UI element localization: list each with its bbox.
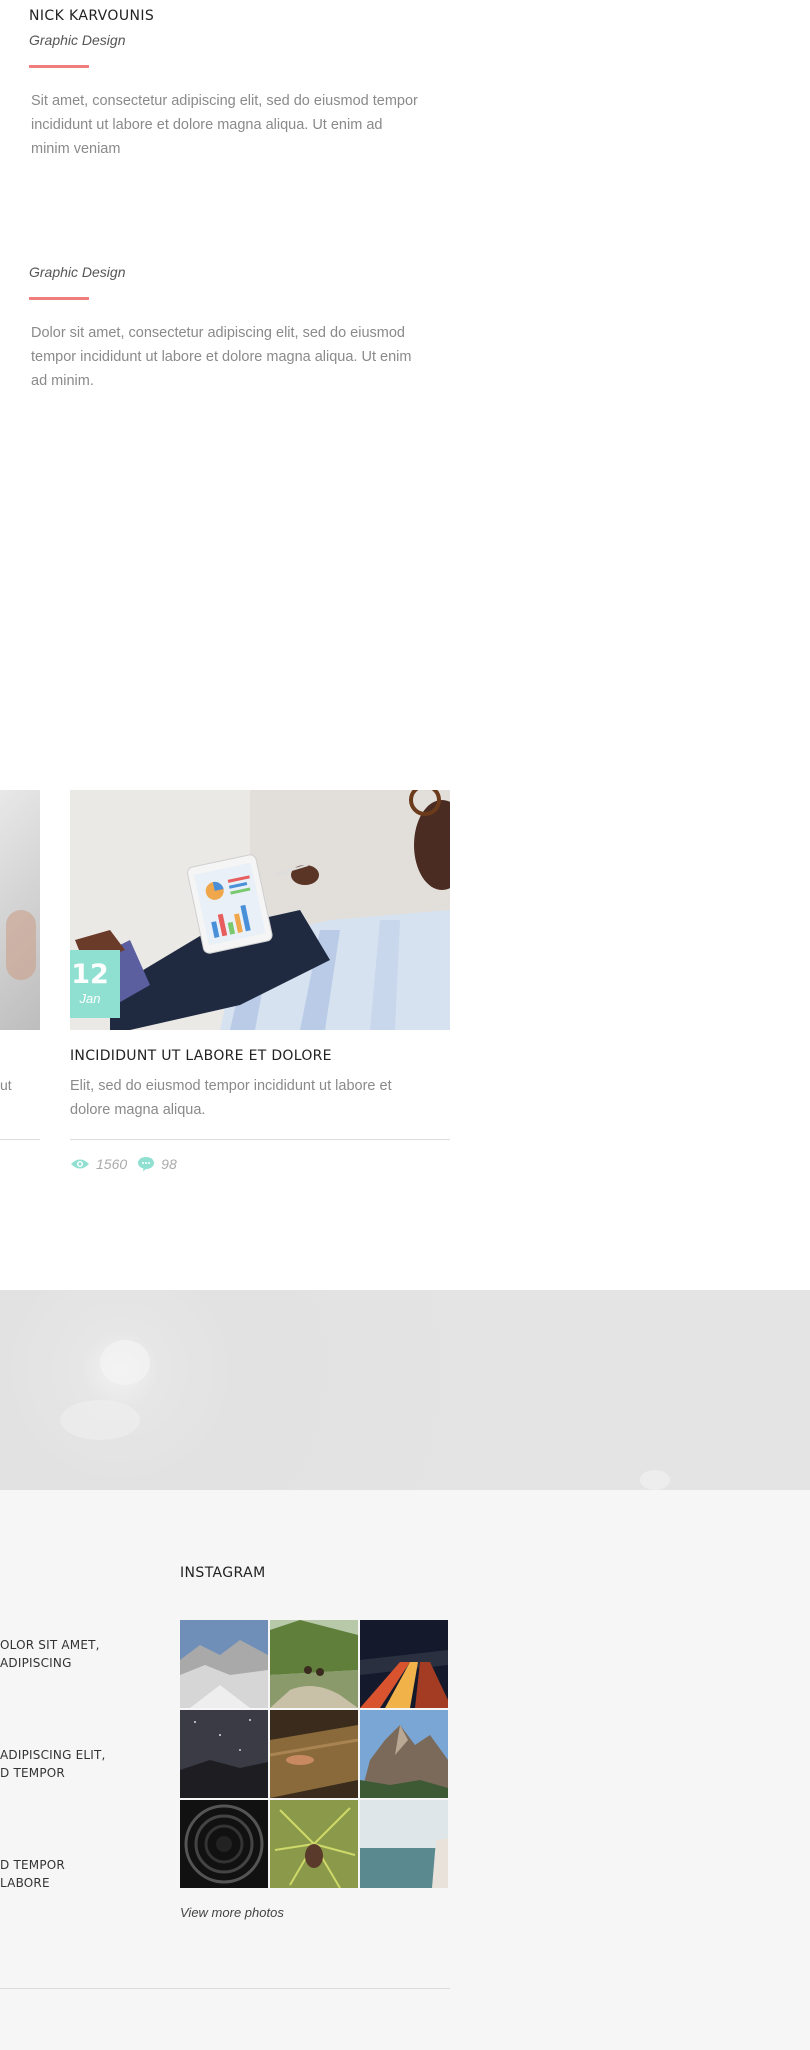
comment-icon — [138, 1157, 155, 1172]
comments-count: 98 — [161, 1156, 177, 1172]
accent-divider — [29, 65, 89, 68]
eye-icon — [71, 1159, 89, 1169]
views-count: 1560 — [96, 1156, 128, 1172]
instagram-title: INSTAGRAM — [180, 1565, 266, 1581]
hand-photo-detail — [6, 910, 36, 980]
blog-excerpt-partial: ut — [0, 1077, 12, 1093]
team-member-card: NICK KARVOUNIS Graphic Design Sit amet, … — [29, 8, 419, 161]
member-bio: Dolor sit amet, consectetur adipiscing e… — [31, 325, 412, 389]
recent-post-line: ADIPISCING ELIT, — [0, 1748, 106, 1762]
rocky-peak-photo[interactable] — [360, 1710, 448, 1798]
sea-horizon-photo[interactable] — [360, 1800, 448, 1888]
night-highway-photo[interactable] — [360, 1620, 448, 1708]
blog-card-image-partial[interactable] — [0, 790, 40, 1030]
recent-post-line: ADIPISCING — [0, 1656, 72, 1670]
recent-post-line: OLOR SIT AMET, — [0, 1638, 100, 1652]
views-meta: 1560 — [70, 1156, 127, 1172]
recent-post-line: D TEMPOR — [0, 1766, 65, 1780]
blog-card-image[interactable]: 12 Jan — [70, 790, 450, 1030]
date-day: 12 — [71, 959, 109, 990]
view-more-photos-link[interactable]: View more photos — [180, 1905, 284, 1920]
mountain-snow-photo[interactable] — [180, 1620, 268, 1708]
recent-post-link[interactable]: OLOR SIT AMET, ADIPISCING — [0, 1636, 100, 1672]
pine-cone-photo[interactable] — [270, 1800, 358, 1888]
smoke-detail — [640, 1470, 670, 1490]
recent-post-link[interactable]: D TEMPOR LABORE — [0, 1856, 65, 1892]
recent-post-line: LABORE — [0, 1876, 50, 1890]
instagram-grid — [180, 1620, 449, 1888]
date-month: Jan — [79, 991, 101, 1006]
blog-meta: 1560 98 — [70, 1156, 450, 1172]
blog-card: 12 Jan INCIDIDUNT UT LABORE ET DOLORE El… — [70, 790, 450, 1172]
member-role: Graphic Design — [29, 264, 126, 280]
comments-meta[interactable]: 98 — [137, 1156, 177, 1172]
member-name: NICK KARVOUNIS — [29, 8, 155, 24]
accent-divider — [29, 297, 89, 300]
blog-title[interactable]: INCIDIDUNT UT LABORE ET DOLORE — [70, 1048, 450, 1064]
blog-divider — [0, 1139, 40, 1140]
date-badge: 12 Jan — [70, 950, 120, 1018]
hikers-valley-photo[interactable] — [270, 1620, 358, 1708]
recent-post-line: D TEMPOR — [0, 1858, 65, 1872]
man-with-tablet-photo — [70, 790, 450, 1030]
parallax-background — [0, 1290, 810, 1490]
smoke-detail — [100, 1340, 150, 1385]
member-role: Graphic Design — [29, 32, 126, 48]
wooden-surface-photo[interactable] — [270, 1710, 358, 1798]
blog-divider — [70, 1139, 450, 1140]
team-member-card: Graphic Design Dolor sit amet, consectet… — [29, 264, 419, 393]
recent-post-link[interactable]: ADIPISCING ELIT, D TEMPOR — [0, 1746, 106, 1782]
blog-excerpt: Elit, sed do eiusmod tempor incididunt u… — [70, 1078, 392, 1118]
starry-sky-photo[interactable] — [180, 1710, 268, 1798]
footer-divider — [0, 1988, 450, 1989]
smoke-detail — [60, 1400, 140, 1440]
tunnel-photo[interactable] — [180, 1800, 268, 1888]
member-bio: Sit amet, consectetur adipiscing elit, s… — [31, 93, 418, 157]
footer: OLOR SIT AMET, ADIPISCING ADIPISCING ELI… — [0, 1490, 810, 2050]
